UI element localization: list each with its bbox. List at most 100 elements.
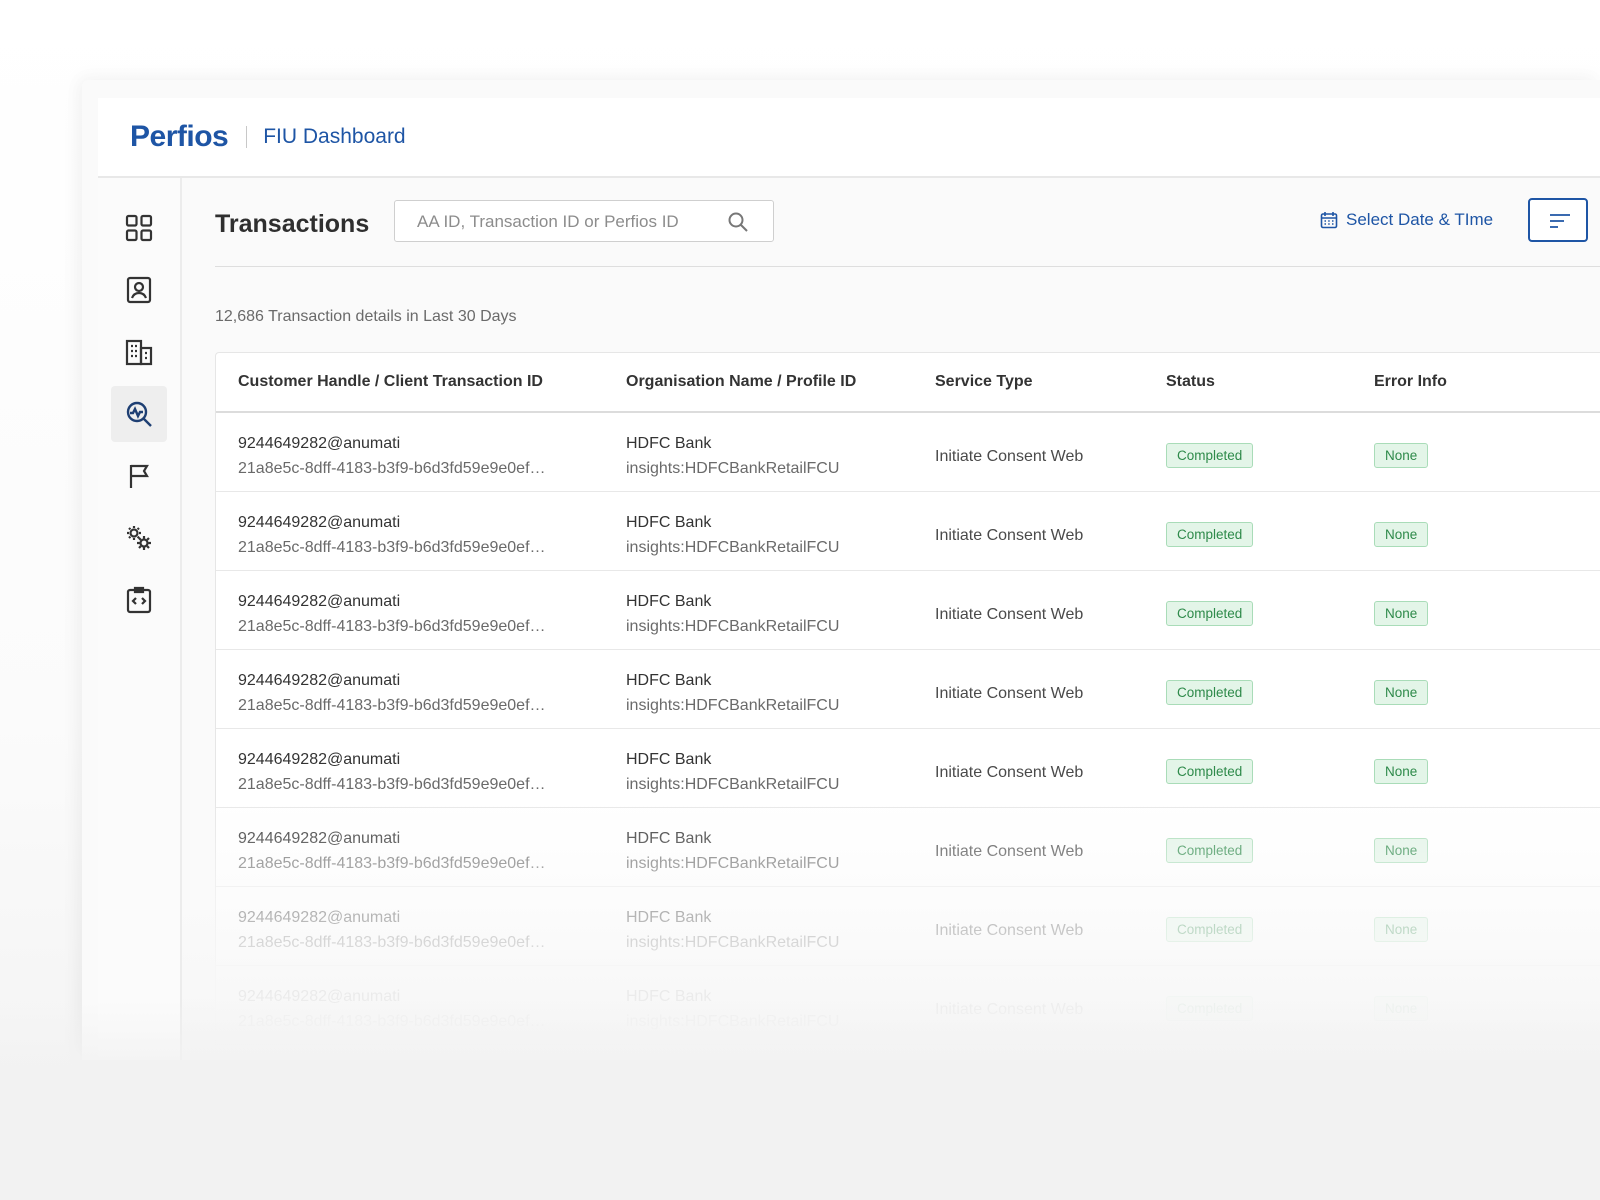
sidebar-item-dashboard[interactable] <box>111 200 167 256</box>
app-title: FIU Dashboard <box>263 125 406 148</box>
error-info-badge: None <box>1374 680 1429 705</box>
status-badge: Completed <box>1166 522 1254 547</box>
error-info-badge: None <box>1374 601 1429 626</box>
organisation-name: HDFC Bank <box>626 435 712 452</box>
app-header: Perfios FIU Dashboard <box>98 98 1600 178</box>
column-header-service-type[interactable]: Service Type <box>935 373 1033 391</box>
table-row[interactable]: 9244649282@anumati 21a8e5c-8dff-4183-b3f… <box>216 808 1600 887</box>
status-badge: Completed <box>1166 680 1254 705</box>
table-body: 9244649282@anumati 21a8e5c-8dff-4183-b3f… <box>216 413 1600 1045</box>
table-row[interactable]: 9244649282@anumati 21a8e5c-8dff-4183-b3f… <box>216 571 1600 650</box>
customer-handle: 9244649282@anumati <box>238 751 401 768</box>
service-type: Initiate Consent Web <box>935 1001 1084 1018</box>
transaction-search-icon <box>126 401 152 427</box>
profile-id: insights:HDFCBankRetailFCU <box>626 618 840 635</box>
table-row[interactable]: 9244649282@anumati 21a8e5c-8dff-4183-b3f… <box>216 650 1600 729</box>
error-info-badge: None <box>1374 917 1429 942</box>
customer-handle: 9244649282@anumati <box>238 988 401 1005</box>
client-transaction-id: 21a8e5c-8dff-4183-b3f9-b6d3fd59e9e0ef… <box>238 697 546 714</box>
header-separator <box>246 126 248 148</box>
error-info-badge: None <box>1374 522 1429 547</box>
profile-id: insights:HDFCBankRetailFCU <box>626 855 840 872</box>
column-header-customer[interactable]: Customer Handle / Client Transaction ID <box>238 373 543 391</box>
grid-icon <box>125 214 153 242</box>
status-badge: Completed <box>1166 759 1254 784</box>
profile-id: insights:HDFCBankRetailFCU <box>626 460 840 477</box>
customer-handle: 9244649282@anumati <box>238 909 401 926</box>
search-input[interactable] <box>395 201 739 243</box>
sidebar-item-customers[interactable] <box>111 262 167 318</box>
user-profile-icon <box>126 276 152 304</box>
organisation-name: HDFC Bank <box>626 593 712 610</box>
customer-handle: 9244649282@anumati <box>238 435 401 452</box>
profile-id: insights:HDFCBankRetailFCU <box>626 776 840 793</box>
service-type: Initiate Consent Web <box>935 448 1084 465</box>
column-header-status[interactable]: Status <box>1166 373 1215 391</box>
service-type: Initiate Consent Web <box>935 527 1084 544</box>
sidebar-item-settings[interactable] <box>111 510 167 566</box>
service-type: Initiate Consent Web <box>935 685 1084 702</box>
select-date-time-button[interactable]: Select Date & TIme <box>1320 210 1493 230</box>
client-transaction-id: 21a8e5c-8dff-4183-b3f9-b6d3fd59e9e0ef… <box>238 460 546 477</box>
status-badge: Completed <box>1166 601 1254 626</box>
error-info-badge: None <box>1374 759 1429 784</box>
column-header-error-info[interactable]: Error Info <box>1374 373 1447 391</box>
table-row[interactable]: 9244649282@anumati 21a8e5c-8dff-4183-b3f… <box>216 729 1600 808</box>
main-content: Transactions Select Date & TIme 12,686 T… <box>182 178 1600 1060</box>
status-badge: Completed <box>1166 443 1254 468</box>
organisation-name: HDFC Bank <box>626 751 712 768</box>
organisation-name: HDFC Bank <box>626 672 712 689</box>
client-transaction-id: 21a8e5c-8dff-4183-b3f9-b6d3fd59e9e0ef… <box>238 539 546 556</box>
organisation-name: HDFC Bank <box>626 514 712 531</box>
gears-icon <box>127 526 151 550</box>
status-badge: Completed <box>1166 838 1254 863</box>
sidebar-item-reports[interactable] <box>111 448 167 504</box>
service-type: Initiate Consent Web <box>935 843 1084 860</box>
sidebar-item-developer[interactable] <box>111 572 167 628</box>
building-icon <box>125 339 153 366</box>
sidebar-item-transactions[interactable] <box>111 386 167 442</box>
service-type: Initiate Consent Web <box>935 922 1084 939</box>
table-row[interactable]: 9244649282@anumati 21a8e5c-8dff-4183-b3f… <box>216 413 1600 492</box>
column-header-organisation[interactable]: Organisation Name / Profile ID <box>626 373 856 391</box>
client-transaction-id: 21a8e5c-8dff-4183-b3f9-b6d3fd59e9e0ef… <box>238 855 546 872</box>
transaction-summary: 12,686 Transaction details in Last 30 Da… <box>215 308 517 325</box>
error-info-badge: None <box>1374 996 1429 1021</box>
profile-id: insights:HDFCBankRetailFCU <box>626 539 840 556</box>
code-clipboard-icon <box>126 586 152 614</box>
table-row[interactable]: 9244649282@anumati 21a8e5c-8dff-4183-b3f… <box>216 966 1600 1045</box>
client-transaction-id: 21a8e5c-8dff-4183-b3f9-b6d3fd59e9e0ef… <box>238 776 546 793</box>
customer-handle: 9244649282@anumati <box>238 593 401 610</box>
header-divider <box>215 266 1600 267</box>
profile-id: insights:HDFCBankRetailFCU <box>626 1013 840 1030</box>
organisation-name: HDFC Bank <box>626 988 712 1005</box>
table-row[interactable]: 9244649282@anumati 21a8e5c-8dff-4183-b3f… <box>216 887 1600 966</box>
filter-button[interactable] <box>1528 198 1588 242</box>
customer-handle: 9244649282@anumati <box>238 830 401 847</box>
filter-lines-icon <box>1550 214 1570 228</box>
perfios-logo[interactable]: Perfios <box>130 120 229 154</box>
client-transaction-id: 21a8e5c-8dff-4183-b3f9-b6d3fd59e9e0ef… <box>238 618 546 635</box>
status-badge: Completed <box>1166 917 1254 942</box>
sidebar <box>98 178 182 1060</box>
flag-icon <box>129 464 149 488</box>
calendar-icon <box>1320 212 1338 229</box>
status-badge: Completed <box>1166 996 1254 1021</box>
error-info-badge: None <box>1374 838 1429 863</box>
app-window: Perfios FIU Dashboard Transactions AA ID… <box>98 98 1600 1060</box>
search-icon[interactable] <box>727 211 749 233</box>
service-type: Initiate Consent Web <box>935 606 1084 623</box>
table-row[interactable]: 9244649282@anumati 21a8e5c-8dff-4183-b3f… <box>216 492 1600 571</box>
error-info-badge: None <box>1374 443 1429 468</box>
customer-handle: 9244649282@anumati <box>238 672 401 689</box>
client-transaction-id: 21a8e5c-8dff-4183-b3f9-b6d3fd59e9e0ef… <box>238 1013 546 1030</box>
profile-id: insights:HDFCBankRetailFCU <box>626 697 840 714</box>
sidebar-item-organisations[interactable] <box>111 324 167 380</box>
table-header: Customer Handle / Client Transaction ID … <box>216 353 1600 413</box>
profile-id: insights:HDFCBankRetailFCU <box>626 934 840 951</box>
customer-handle: 9244649282@anumati <box>238 514 401 531</box>
transactions-table: Customer Handle / Client Transaction ID … <box>215 352 1600 1045</box>
organisation-name: HDFC Bank <box>626 909 712 926</box>
client-transaction-id: 21a8e5c-8dff-4183-b3f9-b6d3fd59e9e0ef… <box>238 934 546 951</box>
page-title: Transactions <box>215 210 370 238</box>
